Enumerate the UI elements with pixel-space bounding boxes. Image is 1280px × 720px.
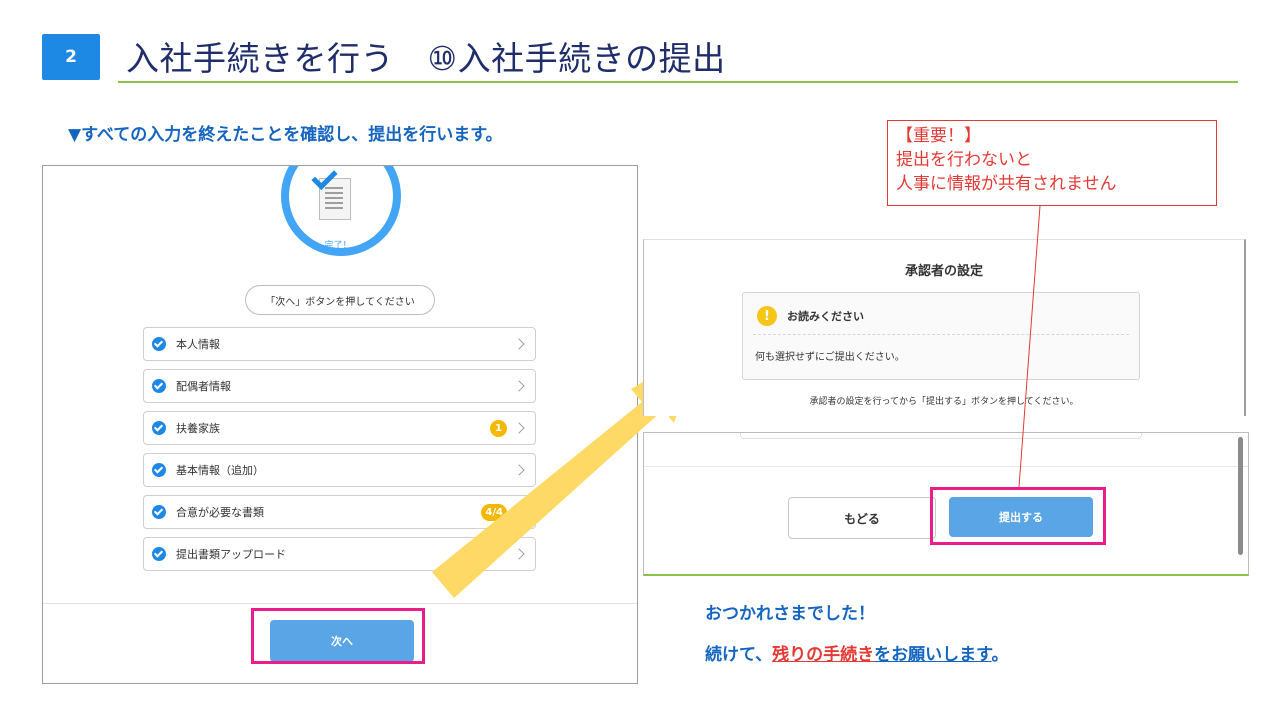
scrollbar[interactable] bbox=[1238, 437, 1243, 555]
notice-heading: お読みください bbox=[787, 310, 864, 323]
check-circle-icon bbox=[152, 505, 166, 519]
approver-settings-screen: 承認者の設定 ! お読みください 何も選択せずにご提出ください。 承認者の設定を… bbox=[643, 239, 1246, 416]
note-line: 【重要！】 bbox=[896, 126, 981, 146]
title-underline bbox=[118, 81, 1238, 83]
press-next-hint: 「次へ」ボタンを押してください bbox=[245, 285, 435, 315]
important-note: 【重要！】 提出を行わないと 人事に情報が共有されません bbox=[887, 120, 1217, 206]
divider bbox=[753, 334, 1129, 335]
back-button[interactable]: もどる bbox=[788, 497, 936, 539]
note-line: 人事に情報が共有されません bbox=[896, 174, 1117, 194]
next-button-highlight bbox=[251, 608, 425, 664]
check-circle-icon bbox=[152, 421, 166, 435]
notice-body: 何も選択せずにご提出ください。 bbox=[755, 352, 905, 363]
closing-suffix: をお願いします bbox=[874, 645, 992, 665]
approver-footer-note: 承認者の設定を行ってから「提出する」ボタンを押してください。 bbox=[809, 397, 1079, 407]
closing-line-1: おつかれさまでした！ bbox=[705, 604, 875, 624]
check-circle-icon bbox=[152, 379, 166, 393]
approver-settings-title: 承認者の設定 bbox=[904, 264, 983, 279]
divider bbox=[644, 466, 1248, 467]
check-circle-icon bbox=[152, 463, 166, 477]
divider bbox=[43, 603, 637, 604]
exclamation-icon: ! bbox=[757, 306, 777, 326]
check-circle-icon bbox=[152, 547, 166, 561]
step-number-badge: 2 bbox=[42, 34, 100, 80]
done-label: 完了！ bbox=[324, 241, 352, 251]
note-line: 提出を行わないと bbox=[896, 150, 1032, 170]
remaining-procedures-highlight: 残りの手続き bbox=[772, 645, 875, 665]
notice-box: ! お読みください 何も選択せずにご提出ください。 bbox=[742, 292, 1140, 380]
check-circle-icon bbox=[152, 337, 166, 351]
closing-prefix: 続けて、 bbox=[705, 645, 773, 665]
submit-button-highlight bbox=[930, 487, 1106, 545]
card-edge bbox=[740, 433, 1142, 439]
instruction-text: ▼すべての入力を終えたことを確認し、提出を行います。 bbox=[68, 125, 503, 145]
closing-line-2: 続けて、残りの手続きをお願いします。 bbox=[705, 640, 1008, 665]
slide-title: 入社手続きを行う ⑩入社手続きの提出 bbox=[126, 39, 726, 78]
closing-end: 。 bbox=[991, 645, 1009, 665]
